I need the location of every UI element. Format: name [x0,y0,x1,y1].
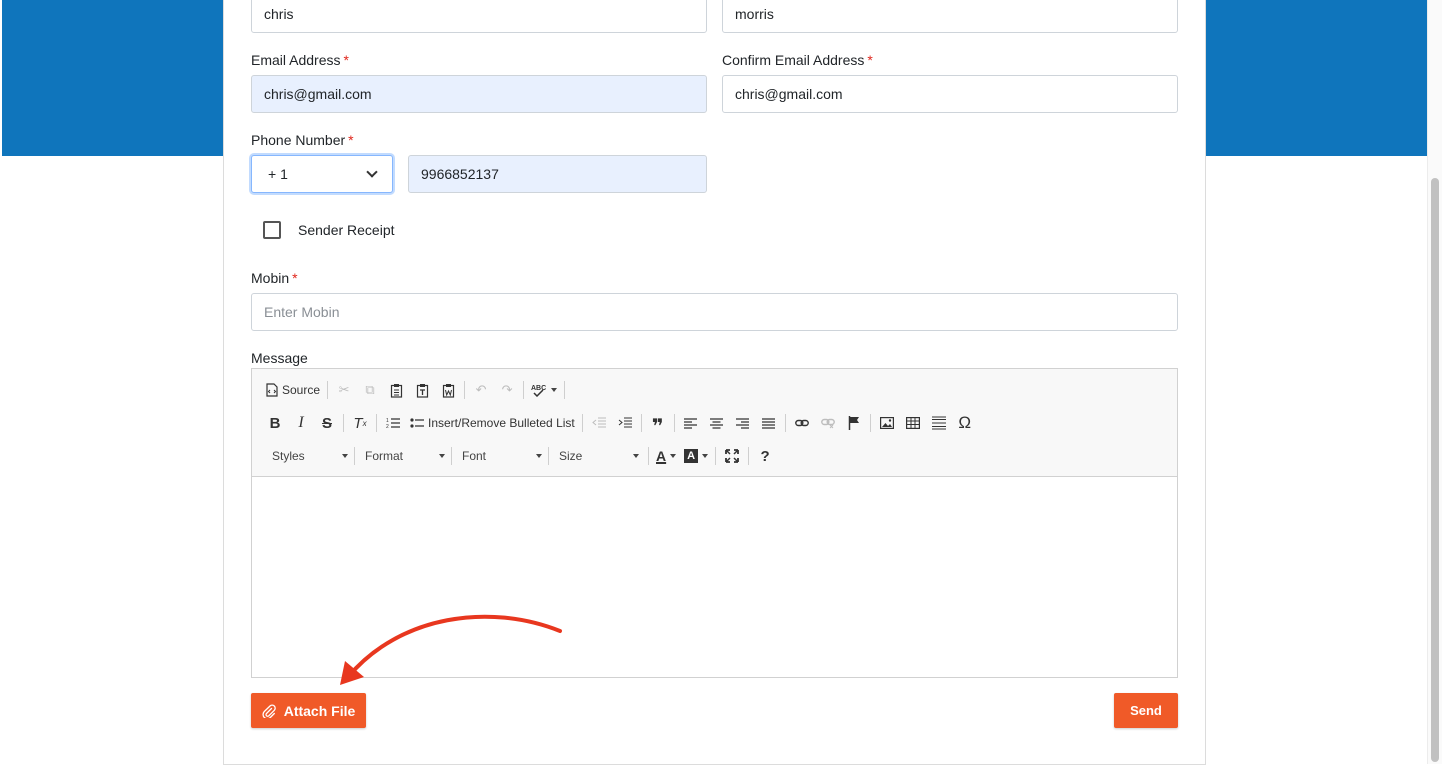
background-color-button[interactable]: A [680,444,712,468]
background-color-icon: A [684,449,699,463]
scrollbar-thumb[interactable] [1431,178,1439,762]
styles-dropdown[interactable]: Styles [262,444,354,468]
source-icon [266,383,278,397]
table-icon[interactable] [900,411,926,435]
bulleted-list-button[interactable]: Insert/Remove Bulleted List [406,411,579,435]
email-label: Email Address * [251,52,349,68]
paste-icon[interactable] [383,378,409,402]
mobin-label: Mobin * [251,270,298,286]
last-name-field[interactable]: morris [722,0,1178,33]
spellcheck-icon: ABC [531,385,546,397]
text-color-button[interactable]: A [652,444,680,468]
size-dropdown[interactable]: Size [549,444,645,468]
svg-text:ABC: ABC [531,385,546,392]
link-icon[interactable] [789,411,815,435]
blockquote-icon[interactable]: ❞ [645,411,671,438]
sender-receipt-label: Sender Receipt [298,222,395,238]
align-left-icon[interactable] [678,411,704,435]
paste-from-word-icon[interactable] [435,378,461,402]
send-button[interactable]: Send [1114,693,1178,728]
spellcheck-button[interactable]: ABC [527,378,561,402]
mobin-input[interactable] [251,293,1178,331]
email-field[interactable]: chris@gmail.com [251,75,707,113]
sender-receipt-checkbox[interactable] [263,221,281,239]
svg-text:2: 2 [386,424,389,429]
maximize-icon[interactable] [719,444,745,468]
format-dropdown[interactable]: Format [355,444,451,468]
caret-down-icon [633,454,639,458]
phone-number-field[interactable]: 9966852137 [408,155,707,193]
outdent-icon[interactable] [586,411,612,435]
chevron-down-icon [366,166,378,178]
special-character-icon[interactable]: Ω [952,411,978,435]
italic-icon[interactable]: I [288,411,314,435]
confirm-email-field[interactable]: chris@gmail.com [722,75,1178,113]
attach-file-button[interactable]: Attach File [251,693,366,728]
phone-label: Phone Number * [251,132,354,148]
paste-text-icon[interactable] [409,378,435,402]
align-center-icon[interactable] [704,411,730,435]
help-icon[interactable]: ? [752,444,778,468]
country-code-select[interactable]: + 1 [251,155,393,193]
indent-icon[interactable] [612,411,638,435]
numbered-list-icon[interactable]: 12 [380,411,406,435]
copy-icon[interactable]: ⧉ [357,378,383,402]
undo-icon[interactable]: ↶ [468,378,494,402]
align-right-icon[interactable] [730,411,756,435]
first-name-field[interactable]: chris [251,0,707,33]
message-label: Message [251,350,308,366]
image-icon[interactable] [874,411,900,435]
cut-icon[interactable]: ✂ [331,378,357,402]
strikethrough-icon[interactable]: S [314,411,340,435]
justify-icon[interactable] [756,411,782,435]
annotation-arrow [340,614,562,685]
source-button[interactable]: Source [262,378,324,402]
caret-down-icon [536,454,542,458]
paperclip-icon [262,703,276,718]
text-color-icon: A [656,448,667,464]
horizontal-line-icon[interactable] [926,411,952,435]
bulleted-list-icon [410,418,424,428]
unlink-icon[interactable] [815,411,841,435]
editor-toolbar: Source ✂ ⧉ ↶ ↷ ABC B I S T x 1 2 Insert/… [252,369,1177,477]
redo-icon[interactable]: ↷ [494,378,520,402]
bold-icon[interactable]: B [262,411,288,435]
anchor-flag-icon[interactable] [841,411,867,435]
caret-down-icon [439,454,445,458]
remove-format-icon[interactable]: Tx [347,411,373,435]
confirm-email-label: Confirm Email Address * [722,52,873,68]
font-dropdown[interactable]: Font [452,444,548,468]
caret-down-icon [342,454,348,458]
